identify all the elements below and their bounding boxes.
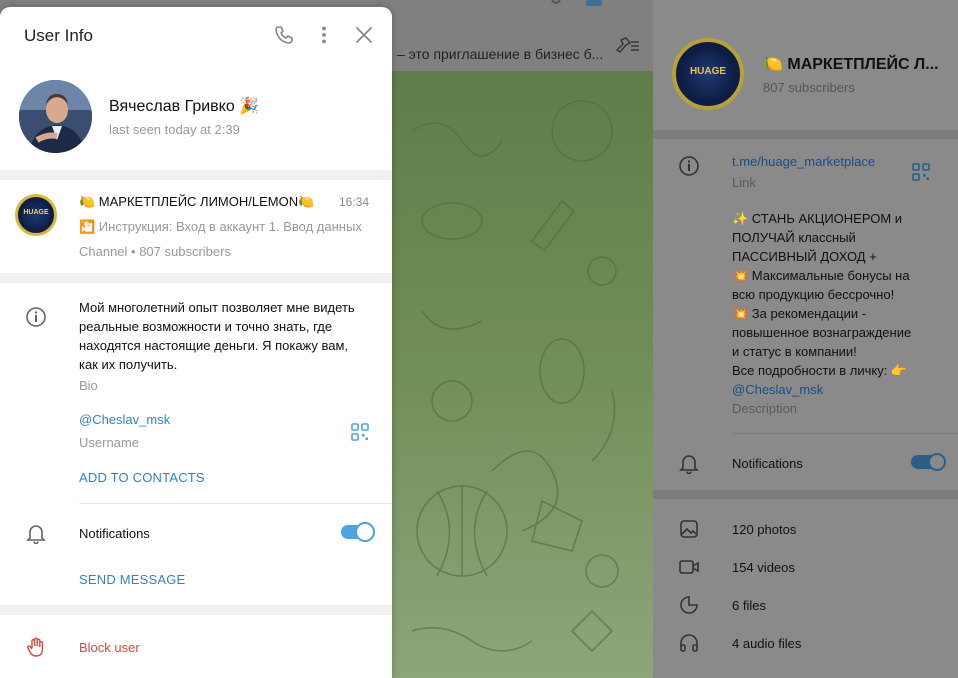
media-audio-files[interactable]: 4 audio files <box>732 636 801 651</box>
description-line: повышенное вознаграждение <box>732 325 912 340</box>
notifications-toggle[interactable] <box>341 522 375 542</box>
toggle-knob <box>928 453 946 471</box>
divider <box>0 605 392 615</box>
channel-avatar-label: HUAGE <box>23 209 49 216</box>
channel-link[interactable]: t.me/huage_marketplace <box>732 154 875 169</box>
media-videos[interactable]: 154 videos <box>732 560 795 575</box>
toggle-knob <box>355 522 375 542</box>
description-line: и статус в компании! <box>732 344 857 359</box>
add-to-contacts-button[interactable]: ADD TO CONTACTS <box>79 470 205 485</box>
phone-icon[interactable] <box>274 25 294 45</box>
channel-title: 🍋 МАРКЕТПЛЕЙС Л... <box>763 56 939 73</box>
common-channel-name[interactable]: 🍋 МАРКЕТПЛЕЙС ЛИМОН/LEMON🍋 <box>79 194 314 210</box>
media-files[interactable]: 6 files <box>732 598 766 613</box>
divider <box>653 130 958 139</box>
photo-icon <box>680 520 698 538</box>
divider <box>79 503 392 504</box>
file-icon <box>680 596 698 614</box>
divider <box>732 433 958 434</box>
block-user-button[interactable]: Block user <box>79 640 140 655</box>
channel-notifications-toggle[interactable] <box>911 453 946 471</box>
divider <box>653 490 958 499</box>
info-icon <box>679 156 699 176</box>
video-icon <box>679 560 699 574</box>
channel-notifications-label: Notifications <box>732 456 803 471</box>
bio-text: Мой многолетний опыт позволяет мне видет… <box>79 300 355 372</box>
header-icons <box>551 0 602 6</box>
description-label: Description <box>732 401 798 416</box>
description-line: всю продукцию бессрочно! <box>732 287 895 302</box>
channel-link-label: Link <box>732 175 756 190</box>
common-channel-time: 16:34 <box>339 195 370 209</box>
notifications-label: Notifications <box>79 526 150 541</box>
chat-wallpaper <box>392 71 653 678</box>
bell-icon <box>679 455 699 474</box>
common-channel-meta: Channel • 807 subscribers <box>79 244 231 259</box>
media-photos[interactable]: 120 photos <box>732 522 796 537</box>
divider <box>0 273 392 283</box>
qr-code-icon[interactable] <box>351 423 369 441</box>
qr-code-icon[interactable] <box>912 163 930 181</box>
user-last-seen: last seen today at 2:39 <box>109 122 240 137</box>
username-link[interactable]: @Cheslav_msk <box>79 412 170 427</box>
description-line: Все подробности в личку: 👉 <box>732 363 908 378</box>
hand-stop-icon <box>27 637 44 657</box>
pinned-message-text[interactable]: – это приглашение в бизнес б... <box>397 46 603 62</box>
wallpaper-doodles <box>411 100 619 653</box>
bio-label: Bio <box>79 378 98 393</box>
bell-icon <box>26 525 46 544</box>
description-line: ПАССИВНЫЙ ДОХОД + <box>732 249 877 264</box>
channel-subscribers: 807 subscribers <box>763 80 855 95</box>
description-line: ✨ СТАНЬ АКЦИОНЕРОМ и <box>732 211 903 226</box>
common-channel-preview: 🎦 Инструкция: Вход в аккаунт 1. Ввод дан… <box>79 219 362 234</box>
pinned-list-icon[interactable] <box>614 36 640 56</box>
dialog-title: User Info <box>24 26 93 45</box>
divider <box>0 170 392 180</box>
description-line: 💥 Максимальные бонусы на <box>732 268 910 283</box>
channel-description: ✨ СТАНЬ АКЦИОНЕРОМ и ПОЛУЧАЙ классный ПА… <box>732 209 942 418</box>
user-name: Вячеслав Гривко 🎉 <box>109 98 260 115</box>
info-icon <box>26 307 46 327</box>
more-vertical-icon[interactable] <box>314 25 334 45</box>
user-photo <box>19 80 92 153</box>
headphones-icon <box>680 634 698 652</box>
channel-avatar[interactable]: HUAGE <box>15 194 57 236</box>
channel-avatar[interactable]: HUAGE <box>672 38 744 110</box>
send-message-button[interactable]: SEND MESSAGE <box>79 572 185 587</box>
user-avatar[interactable] <box>19 80 92 153</box>
description-mention-link[interactable]: @Cheslav_msk <box>732 380 942 399</box>
channel-avatar-label: HUAGE <box>689 66 727 77</box>
channel-info-panel: HUAGE 🍋 МАРКЕТПЛЕЙС Л... 807 subscribers… <box>653 0 958 678</box>
username-label: Username <box>79 435 139 450</box>
description-line: ПОЛУЧАЙ классный <box>732 230 856 245</box>
user-info-dialog: User Info Вячеслав Гривко 🎉 last seen to… <box>0 7 392 678</box>
close-icon[interactable] <box>354 25 374 45</box>
description-line: 💥 За рекомендации - <box>732 306 867 321</box>
